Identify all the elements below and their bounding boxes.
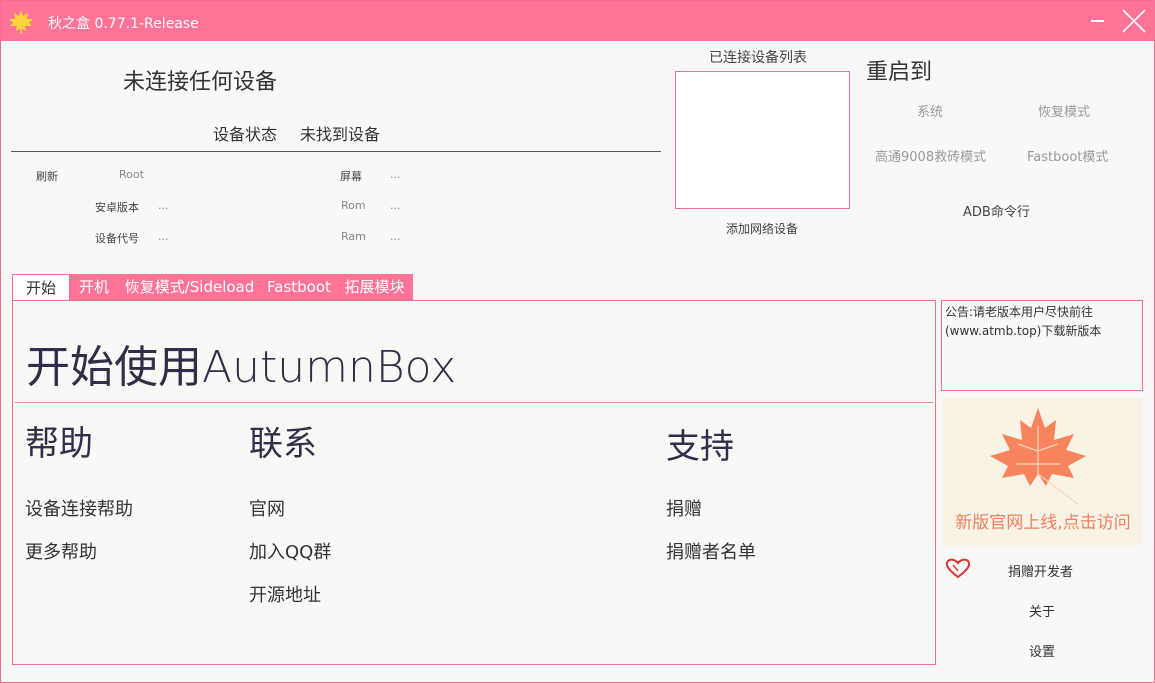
contact-title: 联系: [249, 424, 317, 464]
tab-fastboot[interactable]: Fastboot: [261, 274, 336, 300]
device-connection-help-link[interactable]: 设备连接帮助: [25, 495, 133, 521]
settings-button[interactable]: 设置: [1029, 641, 1055, 660]
reboot-title: 重启到: [866, 60, 933, 85]
official-site-link[interactable]: 官网: [249, 495, 285, 521]
root-label: Root: [119, 168, 144, 181]
start-panel: 开始使用AutumnBox 帮助 设备连接帮助 更多帮助 联系 官网 加入QQ群…: [12, 300, 936, 665]
donate-developer-button[interactable]: 捐赠开发者: [1008, 561, 1073, 580]
rom-value: ...: [390, 199, 401, 212]
android-version-value: ...: [158, 199, 169, 212]
tab-extensions[interactable]: 拓展模块: [336, 274, 413, 300]
maple-leaf-icon: [9, 10, 33, 34]
screen-value: ...: [390, 168, 401, 181]
about-button[interactable]: 关于: [1029, 601, 1055, 620]
ram-label: Ram: [341, 230, 366, 243]
help-title: 帮助: [25, 424, 93, 464]
reboot-fastboot-button[interactable]: Fastboot模式: [1027, 146, 1108, 165]
banner-text: 新版官网上线,点击访问: [955, 513, 1131, 533]
reboot-system-button[interactable]: 系统: [917, 101, 943, 120]
tab-boot[interactable]: 开机: [70, 274, 118, 300]
donor-list-link[interactable]: 捐赠者名单: [666, 538, 756, 564]
title-bar[interactable]: 秋之盒 0.77.1-Release: [1, 1, 1154, 41]
tab-start[interactable]: 开始: [12, 274, 70, 300]
android-version-label: 安卓版本: [95, 201, 139, 214]
device-title: 未连接任何设备: [123, 70, 278, 95]
divider: [15, 402, 933, 403]
adb-command-button[interactable]: ADB命令行: [963, 201, 1030, 220]
reboot-edl-button[interactable]: 高通9008救砖模式: [875, 146, 986, 165]
add-network-device-button[interactable]: 添加网络设备: [726, 220, 798, 237]
refresh-button[interactable]: 刷新: [36, 168, 58, 184]
minimize-button[interactable]: [1091, 7, 1107, 35]
codename-label: 设备代号: [95, 232, 139, 245]
notice-box: 公告:请老版本用户尽快前往(www.atmb.top)下载新版本: [941, 300, 1143, 391]
rom-label: Rom: [341, 199, 366, 212]
device-list-title: 已连接设备列表: [709, 50, 807, 66]
device-status-value: 未找到设备: [300, 125, 381, 144]
codename-value: ...: [158, 230, 169, 243]
divider: [11, 151, 661, 152]
device-status-label: 设备状态: [213, 125, 278, 144]
reboot-recovery-button[interactable]: 恢复模式: [1038, 101, 1090, 120]
screen-label: 屏幕: [340, 170, 362, 183]
start-title: 开始使用AutumnBox: [26, 342, 457, 393]
maple-leaf-icon: [990, 408, 1086, 505]
ram-value: ...: [390, 230, 401, 243]
source-code-link[interactable]: 开源地址: [249, 581, 321, 607]
device-list[interactable]: [675, 71, 850, 209]
more-help-link[interactable]: 更多帮助: [25, 538, 97, 564]
join-qq-group-link[interactable]: 加入QQ群: [249, 538, 331, 564]
tab-recovery[interactable]: 恢复模式/Sideload: [118, 274, 261, 300]
donate-link[interactable]: 捐赠: [666, 495, 702, 521]
support-title: 支持: [666, 427, 734, 467]
window-title: 秋之盒 0.77.1-Release: [48, 16, 199, 32]
heart-icon: [945, 558, 971, 579]
website-banner[interactable]: 新版官网上线,点击访问: [943, 398, 1143, 545]
close-icon[interactable]: [1119, 6, 1149, 36]
